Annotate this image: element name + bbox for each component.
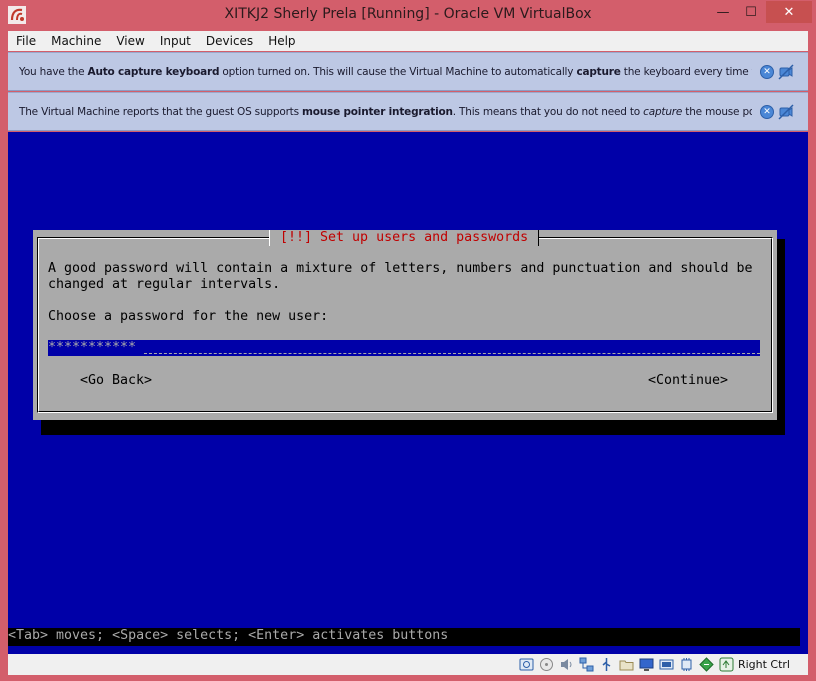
- banner-text-italic: capture: [643, 105, 683, 118]
- dialog-message: A good password will contain a mixture o…: [48, 261, 753, 292]
- banner-text-part: the keyboard every time the VM: [623, 65, 752, 78]
- cpu-icon[interactable]: [679, 657, 694, 672]
- keyboard-help-line: <Tab> moves; <Space> selects; <Enter> ac…: [8, 628, 800, 646]
- banner-text-part: the mouse pointer: [685, 105, 752, 118]
- menu-file[interactable]: File: [8, 31, 43, 51]
- status-bar: Right Ctrl: [8, 654, 808, 675]
- close-window-button[interactable]: ✕: [766, 1, 812, 23]
- do-not-show-again-icon[interactable]: [778, 104, 794, 120]
- password-input-fill: [144, 353, 760, 354]
- auto-capture-keyboard-message: You have the Auto capture keyboard optio…: [8, 66, 752, 78]
- menu-help[interactable]: Help: [260, 31, 302, 51]
- maximize-button[interactable]: ☐: [738, 1, 764, 23]
- usb-icon[interactable]: [599, 657, 614, 672]
- mouse-integration-icon[interactable]: [699, 657, 714, 672]
- vm-display[interactable]: [!!] Set up users and passwords A good p…: [8, 132, 808, 654]
- audio-icon[interactable]: [559, 657, 574, 672]
- host-key-label: Right Ctrl: [737, 658, 790, 671]
- banner-text-part: You have the: [19, 65, 88, 78]
- host-key-icon[interactable]: [719, 657, 734, 672]
- dialog-title: [!!] Set up users and passwords: [269, 230, 540, 246]
- banner-text-bold: Auto capture keyboard: [87, 65, 220, 78]
- banner-text-part: . This means that you do not need to: [452, 105, 644, 118]
- menu-bar: File Machine View Input Devices Help: [8, 31, 808, 51]
- video-capture-icon[interactable]: [659, 657, 674, 672]
- optical-drive-icon[interactable]: [539, 657, 554, 672]
- installer-dialog: [!!] Set up users and passwords A good p…: [33, 230, 777, 420]
- close-banner-icon[interactable]: ✕: [760, 105, 774, 119]
- minimize-button[interactable]: —: [710, 1, 736, 23]
- continue-button[interactable]: <Continue>: [648, 373, 728, 389]
- password-value: ***********: [48, 340, 137, 355]
- banner-text-bold: capture: [576, 65, 621, 78]
- shared-folders-icon[interactable]: [619, 657, 634, 672]
- menu-input[interactable]: Input: [152, 31, 198, 51]
- window-title: XITKJ2 Sherly Prela [Running] - Oracle V…: [224, 6, 592, 22]
- password-prompt: Choose a password for the new user:: [48, 309, 329, 324]
- menu-devices[interactable]: Devices: [198, 31, 260, 51]
- auto-capture-keyboard-banner: You have the Auto capture keyboard optio…: [8, 52, 808, 91]
- go-back-button[interactable]: <Go Back>: [80, 373, 152, 389]
- banner-text-part: option turned on. This will cause the Vi…: [219, 65, 577, 78]
- password-input[interactable]: ***********: [48, 340, 760, 356]
- hard-disk-icon[interactable]: [519, 657, 534, 672]
- mouse-integration-message: The Virtual Machine reports that the gue…: [8, 106, 752, 118]
- close-banner-icon[interactable]: ✕: [760, 65, 774, 79]
- mouse-integration-banner: The Virtual Machine reports that the gue…: [8, 92, 808, 131]
- menu-machine[interactable]: Machine: [43, 31, 108, 51]
- network-icon[interactable]: [579, 657, 594, 672]
- menu-view[interactable]: View: [108, 31, 151, 51]
- display-icon[interactable]: [639, 657, 654, 672]
- banner-text-part: The Virtual Machine reports that the gue…: [19, 105, 303, 118]
- title-bar: XITKJ2 Sherly Prela [Running] - Oracle V…: [0, 0, 816, 31]
- banner-text-bold: mouse pointer integration: [302, 105, 453, 118]
- do-not-show-again-icon[interactable]: [778, 64, 794, 80]
